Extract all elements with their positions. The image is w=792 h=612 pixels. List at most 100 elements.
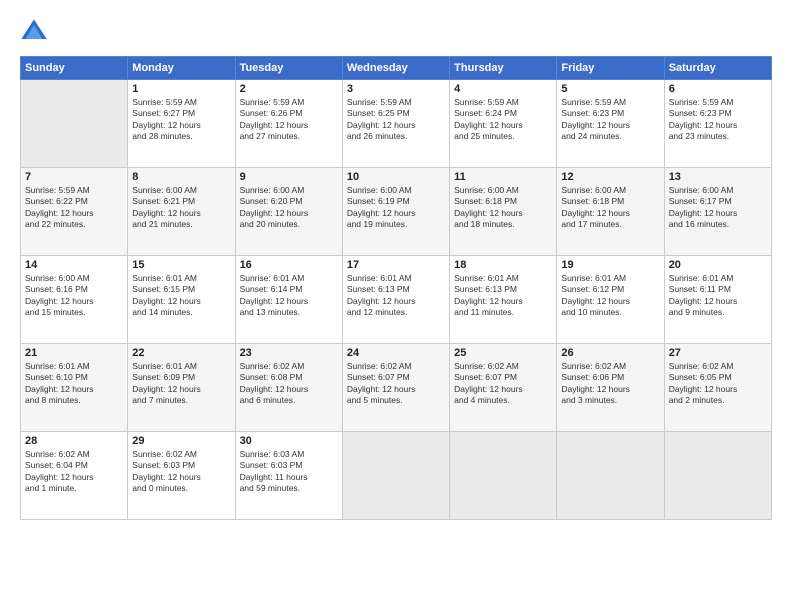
day-number: 15 xyxy=(132,259,230,271)
calendar-cell: 1 Sunrise: 5:59 AM Sunset: 6:27 PM Daylig… xyxy=(128,80,235,168)
day-info: Sunrise: 6:01 AM Sunset: 6:10 PM Dayligh… xyxy=(25,361,123,407)
day-info: Sunrise: 6:00 AM Sunset: 6:19 PM Dayligh… xyxy=(347,185,445,231)
weekday-header-thursday: Thursday xyxy=(450,57,557,80)
calendar-cell: 24Sunrise: 6:02 AM Sunset: 6:07 PM Dayli… xyxy=(342,344,449,432)
calendar-body: 1 Sunrise: 5:59 AM Sunset: 6:27 PM Daylig… xyxy=(21,80,772,520)
calendar-cell: 7 Sunrise: 5:59 AM Sunset: 6:22 PM Daylig… xyxy=(21,168,128,256)
day-info: Sunrise: 6:01 AM Sunset: 6:14 PM Dayligh… xyxy=(240,273,338,319)
header xyxy=(20,18,772,46)
day-number: 26 xyxy=(561,347,659,359)
weekday-header-wednesday: Wednesday xyxy=(342,57,449,80)
week-row-1: 1 Sunrise: 5:59 AM Sunset: 6:27 PM Daylig… xyxy=(21,80,772,168)
day-number: 18 xyxy=(454,259,552,271)
weekday-row: SundayMondayTuesdayWednesdayThursdayFrid… xyxy=(21,57,772,80)
calendar-cell: 16 Sunrise: 6:01 AM Sunset: 6:14 PM Dayli… xyxy=(235,256,342,344)
logo xyxy=(20,18,52,46)
logo-icon xyxy=(20,18,48,46)
weekday-header-sunday: Sunday xyxy=(21,57,128,80)
day-number: 4 xyxy=(454,83,552,95)
day-number: 19 xyxy=(561,259,659,271)
day-number: 13 xyxy=(669,171,767,183)
day-info: Sunrise: 6:00 AM Sunset: 6:18 PM Dayligh… xyxy=(561,185,659,231)
day-number: 28 xyxy=(25,435,123,447)
calendar-cell: 28 Sunrise: 6:02 AM Sunset: 6:04 PM Dayli… xyxy=(21,432,128,520)
day-number: 17 xyxy=(347,259,445,271)
day-info: Sunrise: 6:01 AM Sunset: 6:11 PM Dayligh… xyxy=(669,273,767,319)
calendar-cell xyxy=(342,432,449,520)
day-number: 30 xyxy=(240,435,338,447)
day-number: 20 xyxy=(669,259,767,271)
day-info: Sunrise: 6:00 AM Sunset: 6:16 PM Dayligh… xyxy=(25,273,123,319)
day-info: Sunrise: 6:02 AM Sunset: 6:03 PM Dayligh… xyxy=(132,449,230,495)
day-info: Sunrise: 6:03 AM Sunset: 6:03 PM Dayligh… xyxy=(240,449,338,495)
calendar-cell: 10 Sunrise: 6:00 AM Sunset: 6:19 PM Dayli… xyxy=(342,168,449,256)
day-info: Sunrise: 6:01 AM Sunset: 6:13 PM Dayligh… xyxy=(454,273,552,319)
day-info: Sunrise: 5:59 AM Sunset: 6:22 PM Dayligh… xyxy=(25,185,123,231)
weekday-header-tuesday: Tuesday xyxy=(235,57,342,80)
calendar-cell: 17 Sunrise: 6:01 AM Sunset: 6:13 PM Dayli… xyxy=(342,256,449,344)
calendar-cell xyxy=(450,432,557,520)
day-info: Sunrise: 6:01 AM Sunset: 6:09 PM Dayligh… xyxy=(132,361,230,407)
day-info: Sunrise: 5:59 AM Sunset: 6:26 PM Dayligh… xyxy=(240,97,338,143)
day-info: Sunrise: 5:59 AM Sunset: 6:24 PM Dayligh… xyxy=(454,97,552,143)
calendar-cell: 3 Sunrise: 5:59 AM Sunset: 6:25 PM Daylig… xyxy=(342,80,449,168)
day-number: 6 xyxy=(669,83,767,95)
day-number: 7 xyxy=(25,171,123,183)
calendar-cell: 5Sunrise: 5:59 AM Sunset: 6:23 PM Daylig… xyxy=(557,80,664,168)
calendar-cell: 11Sunrise: 6:00 AM Sunset: 6:18 PM Dayli… xyxy=(450,168,557,256)
day-info: Sunrise: 6:00 AM Sunset: 6:20 PM Dayligh… xyxy=(240,185,338,231)
day-info: Sunrise: 6:02 AM Sunset: 6:04 PM Dayligh… xyxy=(25,449,123,495)
calendar-cell: 13 Sunrise: 6:00 AM Sunset: 6:17 PM Dayli… xyxy=(664,168,771,256)
week-row-2: 7 Sunrise: 5:59 AM Sunset: 6:22 PM Daylig… xyxy=(21,168,772,256)
week-row-3: 14 Sunrise: 6:00 AM Sunset: 6:16 PM Dayli… xyxy=(21,256,772,344)
calendar-cell: 20 Sunrise: 6:01 AM Sunset: 6:11 PM Dayli… xyxy=(664,256,771,344)
calendar-cell: 2 Sunrise: 5:59 AM Sunset: 6:26 PM Daylig… xyxy=(235,80,342,168)
day-info: Sunrise: 6:02 AM Sunset: 6:05 PM Dayligh… xyxy=(669,361,767,407)
day-number: 27 xyxy=(669,347,767,359)
calendar-cell: 19Sunrise: 6:01 AM Sunset: 6:12 PM Dayli… xyxy=(557,256,664,344)
calendar-cell: 18 Sunrise: 6:01 AM Sunset: 6:13 PM Dayli… xyxy=(450,256,557,344)
day-info: Sunrise: 6:00 AM Sunset: 6:21 PM Dayligh… xyxy=(132,185,230,231)
day-info: Sunrise: 6:01 AM Sunset: 6:15 PM Dayligh… xyxy=(132,273,230,319)
calendar-cell: 23Sunrise: 6:02 AM Sunset: 6:08 PM Dayli… xyxy=(235,344,342,432)
day-number: 24 xyxy=(347,347,445,359)
calendar-cell: 9Sunrise: 6:00 AM Sunset: 6:20 PM Daylig… xyxy=(235,168,342,256)
day-number: 1 xyxy=(132,83,230,95)
day-number: 16 xyxy=(240,259,338,271)
calendar-cell: 26 Sunrise: 6:02 AM Sunset: 6:06 PM Dayli… xyxy=(557,344,664,432)
calendar-cell xyxy=(557,432,664,520)
week-row-4: 21 Sunrise: 6:01 AM Sunset: 6:10 PM Dayli… xyxy=(21,344,772,432)
calendar-table: SundayMondayTuesdayWednesdayThursdayFrid… xyxy=(20,56,772,520)
week-row-5: 28 Sunrise: 6:02 AM Sunset: 6:04 PM Dayli… xyxy=(21,432,772,520)
day-info: Sunrise: 6:01 AM Sunset: 6:13 PM Dayligh… xyxy=(347,273,445,319)
day-number: 14 xyxy=(25,259,123,271)
calendar-cell: 27 Sunrise: 6:02 AM Sunset: 6:05 PM Dayli… xyxy=(664,344,771,432)
calendar-cell: 12 Sunrise: 6:00 AM Sunset: 6:18 PM Dayli… xyxy=(557,168,664,256)
calendar-cell: 15 Sunrise: 6:01 AM Sunset: 6:15 PM Dayli… xyxy=(128,256,235,344)
day-number: 2 xyxy=(240,83,338,95)
calendar-cell xyxy=(664,432,771,520)
day-info: Sunrise: 6:02 AM Sunset: 6:07 PM Dayligh… xyxy=(454,361,552,407)
weekday-header-monday: Monday xyxy=(128,57,235,80)
calendar-cell xyxy=(21,80,128,168)
calendar-cell: 6 Sunrise: 5:59 AM Sunset: 6:23 PM Daylig… xyxy=(664,80,771,168)
day-number: 21 xyxy=(25,347,123,359)
day-info: Sunrise: 6:02 AM Sunset: 6:06 PM Dayligh… xyxy=(561,361,659,407)
day-number: 3 xyxy=(347,83,445,95)
calendar-cell: 14 Sunrise: 6:00 AM Sunset: 6:16 PM Dayli… xyxy=(21,256,128,344)
day-number: 10 xyxy=(347,171,445,183)
calendar-cell: 29 Sunrise: 6:02 AM Sunset: 6:03 PM Dayli… xyxy=(128,432,235,520)
day-number: 22 xyxy=(132,347,230,359)
day-number: 12 xyxy=(561,171,659,183)
calendar-cell: 25Sunrise: 6:02 AM Sunset: 6:07 PM Dayli… xyxy=(450,344,557,432)
day-info: Sunrise: 5:59 AM Sunset: 6:25 PM Dayligh… xyxy=(347,97,445,143)
day-number: 29 xyxy=(132,435,230,447)
day-number: 23 xyxy=(240,347,338,359)
day-info: Sunrise: 5:59 AM Sunset: 6:23 PM Dayligh… xyxy=(669,97,767,143)
weekday-header-saturday: Saturday xyxy=(664,57,771,80)
weekday-header-friday: Friday xyxy=(557,57,664,80)
calendar-cell: 8Sunrise: 6:00 AM Sunset: 6:21 PM Daylig… xyxy=(128,168,235,256)
day-info: Sunrise: 6:00 AM Sunset: 6:17 PM Dayligh… xyxy=(669,185,767,231)
day-info: Sunrise: 5:59 AM Sunset: 6:27 PM Dayligh… xyxy=(132,97,230,143)
day-info: Sunrise: 6:00 AM Sunset: 6:18 PM Dayligh… xyxy=(454,185,552,231)
